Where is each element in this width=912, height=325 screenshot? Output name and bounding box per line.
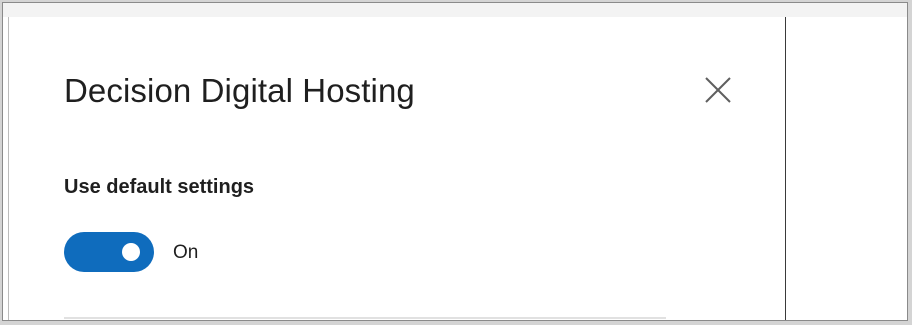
- toggle-knob: [122, 243, 140, 261]
- panel-title: Decision Digital Hosting: [64, 72, 415, 109]
- top-strip: [3, 3, 907, 17]
- close-icon: [705, 77, 731, 103]
- window-frame: Decision Digital Hosting Use default set…: [2, 2, 908, 321]
- settings-panel: Decision Digital Hosting Use default set…: [8, 17, 786, 320]
- toggle-state-label: On: [173, 242, 199, 263]
- close-button[interactable]: [701, 73, 735, 107]
- section-divider: [64, 317, 666, 319]
- default-settings-heading: Use default settings: [64, 176, 255, 198]
- default-settings-toggle[interactable]: [64, 232, 154, 272]
